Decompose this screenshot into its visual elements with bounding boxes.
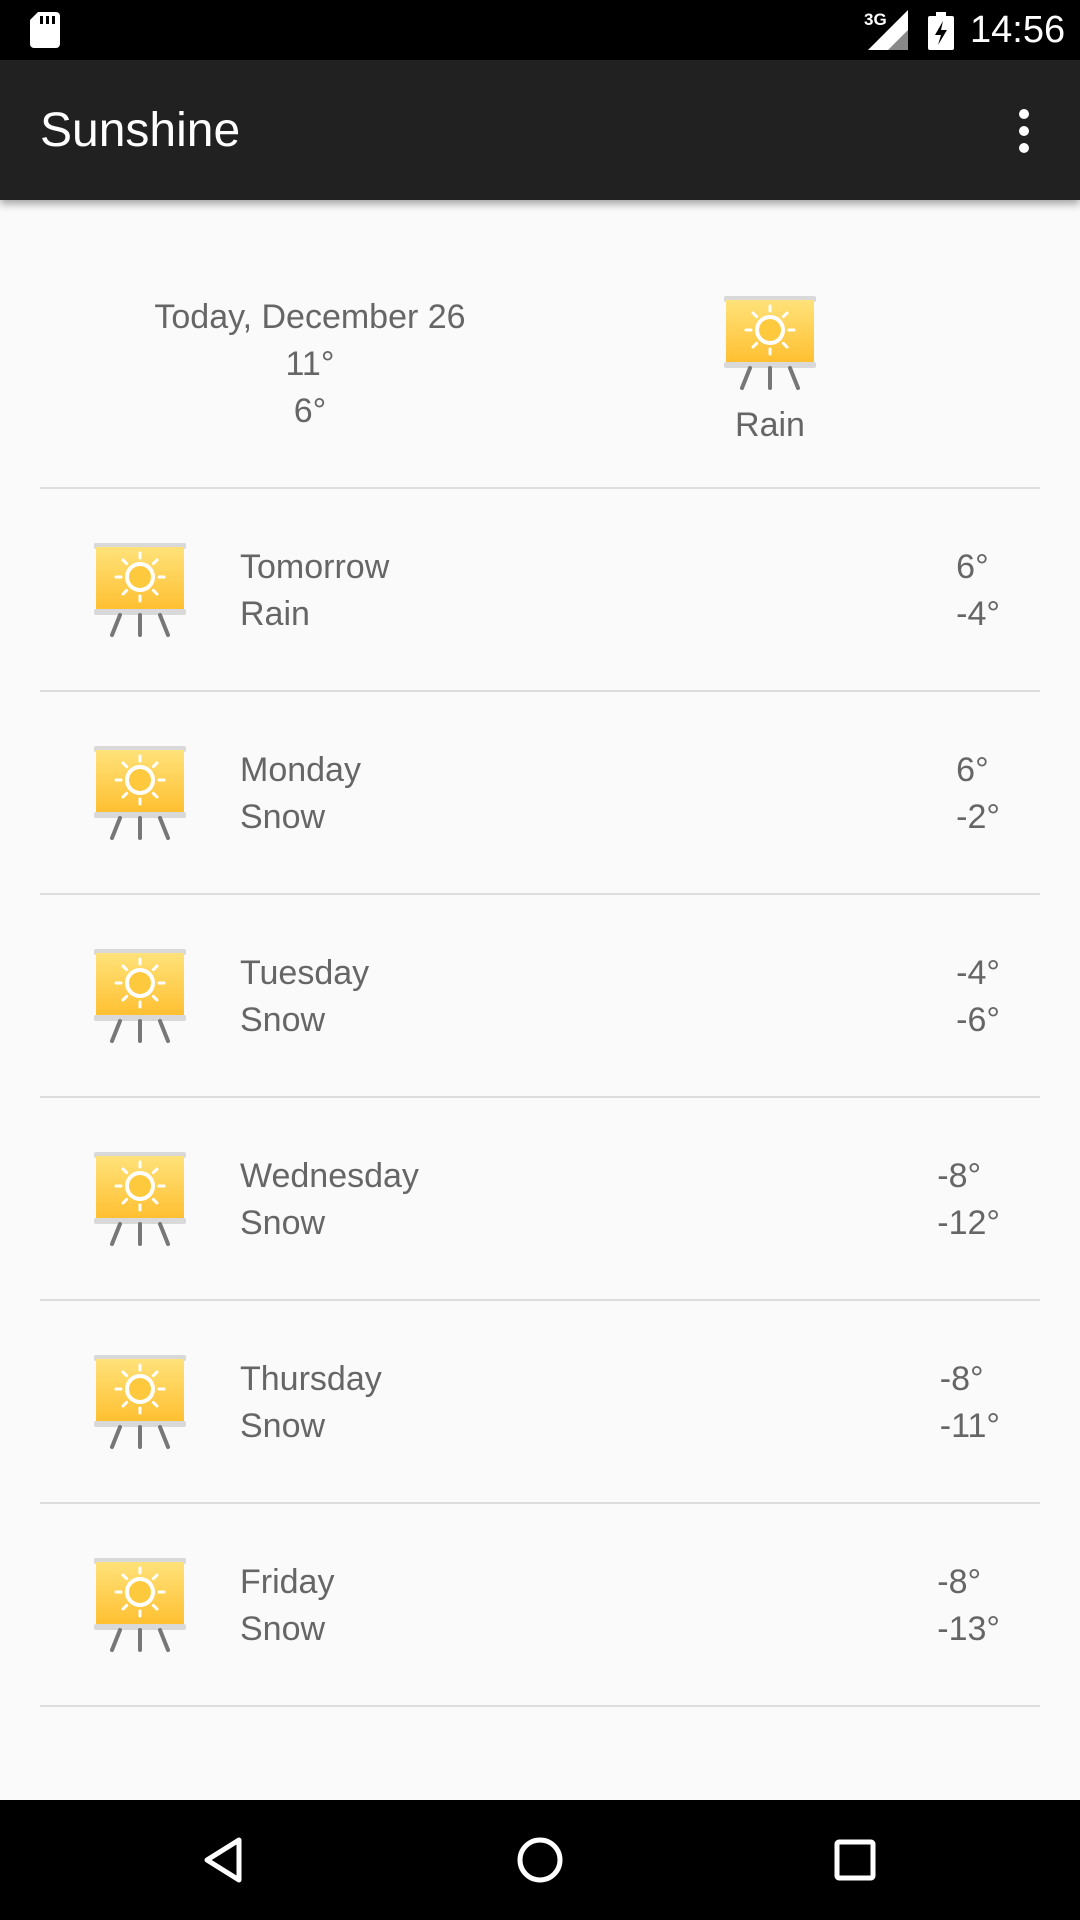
forecast-high: -4° [956,954,1000,992]
list-item[interactable]: Tuesday Snow -4° -6° [40,895,1040,1096]
list-item[interactable]: Tomorrow Rain 6° -4° [40,489,1040,690]
forecast-high: 6° [956,751,989,789]
today-summary: Today, December 26 11° 6° [40,294,580,435]
sun-easel-icon [92,947,188,1043]
status-time: 14:56 [970,9,1066,51]
status-bar: 3G 14:56 [0,0,1080,60]
recents-icon[interactable] [825,1830,885,1890]
battery-icon [928,12,954,50]
forecast-high: -8° [939,1360,984,1398]
forecast-low: -4° [956,595,1000,633]
forecast-description: Rain [240,595,310,633]
app-title: Sunshine [40,104,241,157]
today-low: 6° [293,392,327,430]
sun-easel-icon [722,294,818,390]
sun-easel-icon [92,744,188,840]
sun-easel-icon [92,1150,188,1246]
forecast-description: Snow [240,1001,326,1039]
forecast-low: -13° [937,1610,1000,1648]
forecast-low: -2° [956,798,1000,836]
sun-easel-icon [92,541,188,637]
forecast-high: 6° [956,548,989,586]
forecast-description: Snow [240,1204,326,1242]
forecast-low: -12° [937,1204,1000,1242]
back-icon[interactable] [195,1830,255,1890]
app-bar: Sunshine [0,60,1080,200]
forecast-description: Snow [240,1407,326,1445]
forecast-day: Tuesday [240,954,370,992]
today-date: Today, December 26 [154,298,466,336]
forecast-day: Thursday [240,1360,382,1398]
sun-easel-icon [92,1556,188,1652]
forecast-day: Monday [240,751,361,789]
list-item[interactable]: Friday Snow -8° -13° [40,1504,1040,1705]
list-item[interactable]: Thursday Snow -8° -11° [40,1301,1040,1502]
forecast-high: -8° [937,1157,982,1195]
sd-card-icon [30,12,60,48]
divider [40,1705,1040,1707]
forecast-day: Wednesday [240,1157,419,1195]
sun-easel-icon [92,1353,188,1449]
signal-icon [868,10,908,50]
forecast-low: -6° [956,1001,1000,1039]
today-high: 11° [285,345,335,383]
forecast-high: -8° [937,1563,982,1601]
today-description: Rain [735,406,805,444]
forecast-day: Friday [240,1563,335,1601]
forecast-description: Snow [240,1610,326,1648]
screen: 3G 14:56 Sunshine Today, December 26 11°… [0,0,1080,1920]
overflow-menu-icon[interactable] [1004,104,1044,158]
forecast-description: Snow [240,798,326,836]
home-icon[interactable] [510,1830,570,1890]
forecast-low: -11° [939,1407,1000,1445]
navigation-bar [0,1800,1080,1920]
list-item[interactable]: Monday Snow 6° -2° [40,692,1040,893]
forecast-day: Tomorrow [240,548,390,586]
list-item[interactable]: Wednesday Snow -8° -12° [40,1098,1040,1299]
